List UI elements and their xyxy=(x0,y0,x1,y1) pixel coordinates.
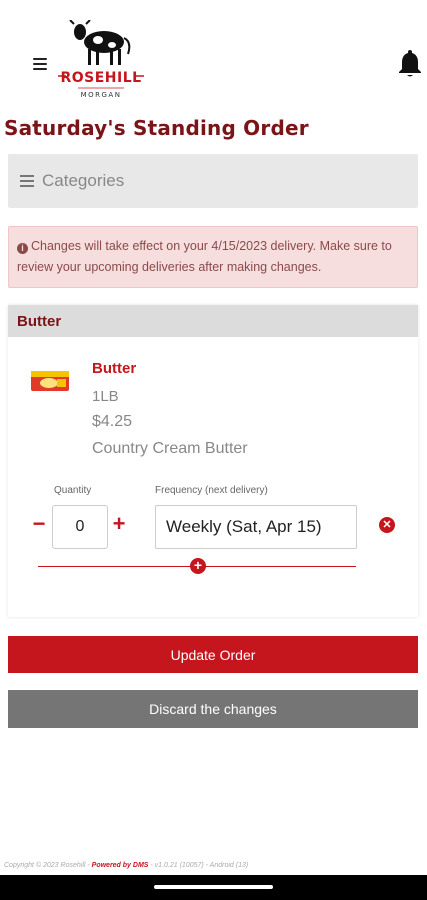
product-description: Country Cream Butter xyxy=(92,440,248,457)
menu-icon[interactable] xyxy=(33,58,47,70)
decrease-quantity-button[interactable]: − xyxy=(32,513,46,535)
frequency-value: Weekly (Sat, Apr 15) xyxy=(166,517,322,536)
product-card: Butter Butter 1LB $4.25 Country Cream Bu… xyxy=(8,305,418,617)
home-gesture-bar[interactable] xyxy=(154,885,273,889)
list-icon xyxy=(20,175,34,187)
logo-wordmark: ROSEHILL xyxy=(60,70,141,86)
notification-bell-icon[interactable] xyxy=(398,48,424,80)
rosehill-logo: ROSEHILL MORGAN xyxy=(52,19,148,108)
frequency-label: Frequency (next delivery) xyxy=(155,485,268,496)
system-nav-bar xyxy=(0,875,427,900)
increase-quantity-button[interactable]: + xyxy=(111,513,127,535)
footer-version: - v1.0.21 (10057) - Android (13) xyxy=(148,862,249,869)
footer-copyright: Copyright © 2023 Rosehill - xyxy=(4,862,92,869)
product-size: 1LB xyxy=(92,388,119,405)
add-line-icon[interactable]: + xyxy=(190,558,206,574)
footer-powered-by: Powered by DMS xyxy=(91,862,149,869)
categories-toggle[interactable]: Categories xyxy=(8,154,418,208)
logo-subtext: MORGAN xyxy=(81,91,122,99)
card-header: Butter xyxy=(8,305,418,337)
categories-label: Categories xyxy=(42,171,125,190)
frequency-select[interactable]: Weekly (Sat, Apr 15) xyxy=(155,505,357,549)
footer: Copyright © 2023 Rosehill - Powered by D… xyxy=(4,862,248,869)
product-price: $4.25 xyxy=(92,413,133,430)
product-name-link[interactable]: Butter xyxy=(92,360,136,377)
quantity-label: Quantity xyxy=(54,485,92,496)
update-order-button[interactable]: Update Order xyxy=(8,636,418,673)
remove-item-icon[interactable]: ✕ xyxy=(379,517,395,533)
info-icon: i xyxy=(17,243,28,254)
alert-message: Changes will take effect on your 4/15/20… xyxy=(17,239,392,274)
app-header: ROSEHILL MORGAN xyxy=(0,0,427,112)
info-alert: i Changes will take effect on your 4/15/2… xyxy=(8,226,418,288)
quantity-input[interactable] xyxy=(52,505,108,549)
page-title: Saturday's Standing Order xyxy=(4,116,309,140)
product-image xyxy=(29,367,71,395)
discard-changes-button[interactable]: Discard the changes xyxy=(8,690,418,728)
